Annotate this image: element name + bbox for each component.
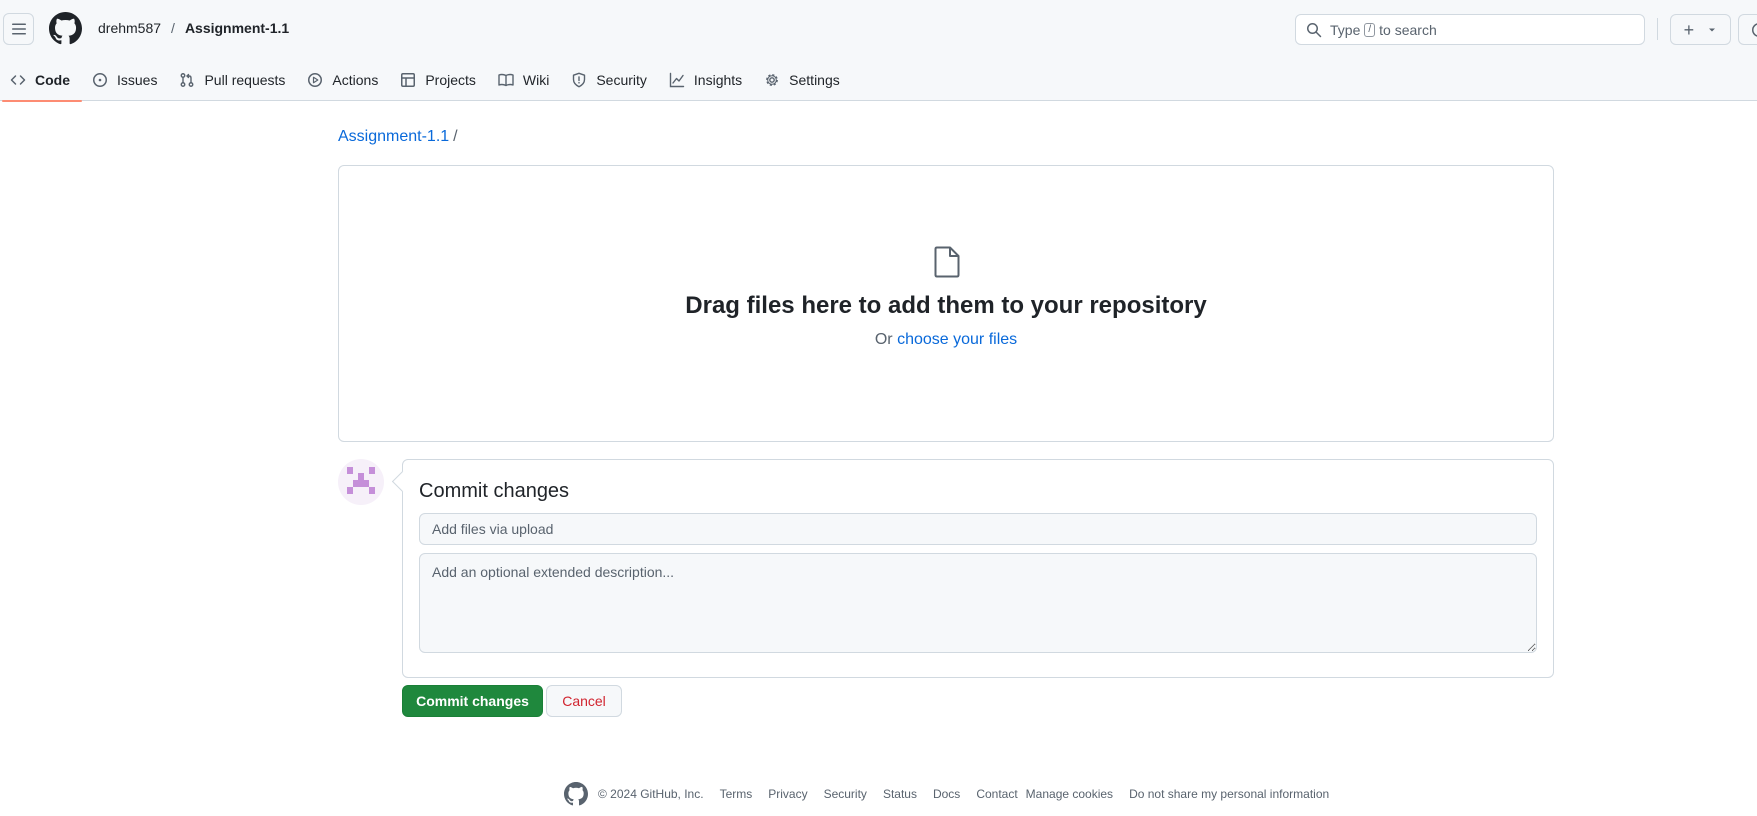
tab-label: Security xyxy=(596,71,647,88)
cancel-button[interactable]: Cancel xyxy=(546,685,622,717)
identicon-icon xyxy=(347,467,375,494)
tab-label: Settings xyxy=(789,71,840,88)
tab-settings[interactable]: Settings xyxy=(754,58,852,101)
triangle-down-icon xyxy=(1709,28,1716,31)
search-prefix-text: Type xyxy=(1330,21,1361,38)
avatar[interactable] xyxy=(338,459,384,505)
commit-form: Commit changes xyxy=(402,459,1554,678)
tab-security[interactable]: Security xyxy=(561,58,659,101)
breadcrumb-separator: / xyxy=(171,20,175,36)
file-icon xyxy=(934,246,960,278)
tab-label: Wiki xyxy=(522,71,550,88)
issues-shortcut-button[interactable] xyxy=(1738,14,1757,45)
table-icon xyxy=(401,72,416,87)
hamburger-icon xyxy=(11,23,26,35)
tab-actions[interactable]: Actions xyxy=(297,58,390,101)
tab-label: Pull requests xyxy=(204,71,286,88)
tab-code[interactable]: Code xyxy=(0,58,82,102)
search-icon xyxy=(1307,22,1322,37)
shield-icon xyxy=(573,72,586,87)
book-icon xyxy=(498,73,514,86)
github-logo-icon[interactable] xyxy=(564,782,588,806)
tab-label: Insights xyxy=(693,71,743,88)
breadcrumb-slash: / xyxy=(453,128,458,145)
repo-breadcrumb: Assignment-1.1/ xyxy=(338,128,458,146)
footer-link-status[interactable]: Status xyxy=(883,787,917,801)
commit-description-textarea[interactable] xyxy=(419,553,1537,653)
commit-changes-button[interactable]: Commit changes xyxy=(402,685,543,717)
tab-label: Issues xyxy=(117,71,158,88)
footer-link-security[interactable]: Security xyxy=(824,787,867,801)
footer-link-privacy[interactable]: Privacy xyxy=(768,787,807,801)
footer-link-terms[interactable]: Terms xyxy=(720,787,753,801)
create-new-button[interactable]: + xyxy=(1670,14,1731,45)
header-divider xyxy=(1657,18,1658,40)
tab-label: Actions xyxy=(332,71,379,88)
dropzone-subtitle: Or choose your files xyxy=(339,331,1553,349)
owner-link[interactable]: drehm587 xyxy=(98,20,161,36)
header-breadcrumb: drehm587 / Assignment-1.1 xyxy=(98,20,289,36)
play-icon xyxy=(308,72,323,87)
tab-label: Code xyxy=(35,71,70,88)
top-bar: drehm587 / Assignment-1.1 Type / to sear… xyxy=(0,0,1757,58)
tab-label: Projects xyxy=(425,71,476,88)
page-footer: © 2024 GitHub, Inc. Terms Privacy Securi… xyxy=(564,782,1345,806)
search-shortcut-key: / xyxy=(1364,22,1376,37)
file-dropzone[interactable]: Drag files here to add them to your repo… xyxy=(338,165,1554,442)
issue-opened-icon xyxy=(1752,23,1757,37)
tab-issues[interactable]: Issues xyxy=(82,58,169,101)
tab-projects[interactable]: Projects xyxy=(390,58,488,101)
search-suffix-text: to search xyxy=(1379,21,1437,38)
code-icon xyxy=(10,74,26,85)
footer-link-docs[interactable]: Docs xyxy=(933,787,960,801)
hamburger-menu-button[interactable] xyxy=(3,13,34,45)
tab-insights[interactable]: Insights xyxy=(659,58,754,101)
commit-title: Commit changes xyxy=(419,480,570,502)
app-header: drehm587 / Assignment-1.1 Type / to sear… xyxy=(0,0,1757,102)
github-logo-icon[interactable] xyxy=(49,12,82,45)
git-pull-request-icon xyxy=(181,72,194,87)
footer-link-manage-cookies[interactable]: Manage cookies xyxy=(1026,787,1113,801)
tab-pull-requests[interactable]: Pull requests xyxy=(169,58,297,101)
footer-link-do-not-share[interactable]: Do not share my personal information xyxy=(1129,787,1329,801)
issue-opened-icon xyxy=(93,72,107,87)
gear-icon xyxy=(766,73,779,86)
footer-link-contact[interactable]: Contact xyxy=(976,787,1017,801)
footer-copyright: © 2024 GitHub, Inc. xyxy=(598,787,704,801)
commit-summary-input[interactable] xyxy=(419,513,1537,545)
graph-icon xyxy=(669,72,685,87)
repo-breadcrumb-link[interactable]: Assignment-1.1 xyxy=(338,128,449,145)
repo-link[interactable]: Assignment-1.1 xyxy=(185,20,289,36)
choose-files-link[interactable]: choose your files xyxy=(897,331,1017,348)
plus-icon: + xyxy=(1683,19,1695,40)
or-text: Or xyxy=(874,331,893,348)
tab-wiki[interactable]: Wiki xyxy=(488,58,561,101)
dropzone-title: Drag files here to add them to your repo… xyxy=(685,292,1207,319)
search-input[interactable]: Type / to search xyxy=(1295,14,1645,45)
repo-tab-nav: Code Issues Pull requests Actions Projec… xyxy=(0,58,852,102)
